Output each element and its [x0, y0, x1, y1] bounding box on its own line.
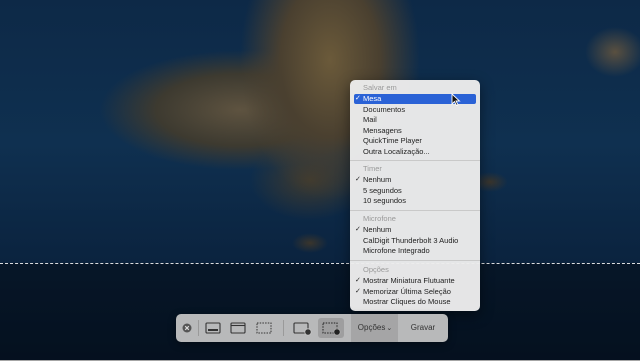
- record-selection-icon: [322, 322, 341, 336]
- checkmark-icon: ✓: [355, 277, 361, 284]
- menu-item-show-floating-thumbnail[interactable]: ✓ Mostrar Miniatura Flutuante: [354, 276, 476, 286]
- section-title-timer: Timer: [363, 164, 382, 173]
- options-menu: Salvar em ✓ Mesa Documentos Mail Mensage…: [350, 80, 480, 311]
- close-icon: [182, 323, 192, 333]
- menu-item-mensagens[interactable]: Mensagens: [354, 126, 476, 136]
- menu-item-mic-caldigit[interactable]: CalDigit Thunderbolt 3 Audio: [354, 236, 476, 246]
- menu-item-label: Nenhum: [363, 225, 392, 234]
- menu-item-label: Mostrar Miniatura Flutuante: [363, 276, 455, 285]
- checkmark-icon: ✓: [355, 287, 361, 295]
- checkmark-icon: ✓: [355, 176, 361, 183]
- menu-item-mail[interactable]: Mail: [354, 115, 476, 125]
- menu-item-timer-5s[interactable]: 5 segundos: [354, 186, 476, 196]
- menu-item-label: CalDigit Thunderbolt 3 Audio: [363, 235, 459, 245]
- screenshot-toolbar: Opções⌄ Gravar: [176, 314, 448, 342]
- checkmark-icon: ✓: [355, 95, 361, 102]
- menu-item-label: Outra Localização...: [363, 146, 430, 156]
- capture-entire-screen-button[interactable]: [202, 318, 224, 338]
- menu-item-documentos[interactable]: Documentos: [354, 105, 476, 115]
- capture-selection-button[interactable]: [253, 318, 275, 338]
- section-title-microphone: Microfone: [363, 214, 396, 223]
- menu-item-label: Mail: [363, 115, 377, 124]
- record-entire-screen-button[interactable]: [290, 318, 314, 338]
- record-selection-button[interactable]: [318, 318, 344, 338]
- toolbar-separator: [283, 320, 284, 336]
- menu-item-label: Documentos: [363, 104, 406, 114]
- options-button[interactable]: Opções⌄: [352, 314, 398, 342]
- menu-item-label: 5 segundos: [363, 185, 402, 195]
- menu-item-show-mouse-clicks[interactable]: Mostrar Cliques do Mouse: [354, 297, 476, 307]
- record-button[interactable]: Gravar: [402, 314, 444, 342]
- capture-selection-icon: [256, 322, 272, 334]
- menu-item-timer-none[interactable]: ✓ Nenhum: [354, 175, 476, 185]
- menu-item-timer-10s[interactable]: 10 segundos: [354, 196, 476, 206]
- menu-item-label: Mesa: [363, 94, 382, 103]
- toolbar-separator: [198, 320, 199, 336]
- menu-separator: [350, 210, 480, 211]
- selection-boundary[interactable]: [0, 263, 640, 361]
- menu-item-label: 10 segundos: [363, 196, 406, 205]
- chevron-down-icon: ⌄: [386, 325, 393, 332]
- menu-item-quicktime-player[interactable]: QuickTime Player: [354, 136, 476, 146]
- record-screen-icon: [293, 322, 312, 336]
- menu-item-label: Memorizar Última Seleção: [363, 286, 451, 296]
- capture-window-button[interactable]: [227, 318, 249, 338]
- capture-window-icon: [230, 322, 246, 334]
- record-button-label: Gravar: [410, 323, 436, 332]
- menu-item-label: Mensagens: [363, 125, 402, 135]
- close-button[interactable]: [180, 318, 194, 338]
- section-title-save-to: Salvar em: [363, 83, 397, 92]
- menu-item-label: Mostrar Cliques do Mouse: [363, 297, 451, 306]
- menu-item-label: Microfone Integrado: [363, 246, 430, 255]
- mouse-pointer-icon: [451, 93, 461, 106]
- menu-item-mic-none[interactable]: ✓ Nenhum: [354, 225, 476, 235]
- capture-screen-icon: [205, 322, 221, 334]
- options-button-label: Opções: [357, 323, 386, 332]
- menu-item-mic-builtin[interactable]: Microfone Integrado: [354, 246, 476, 256]
- menu-item-remember-last-selection[interactable]: ✓ Memorizar Última Seleção: [354, 287, 476, 297]
- checkmark-icon: ✓: [355, 226, 361, 233]
- menu-separator: [350, 160, 480, 161]
- menu-item-label: Nenhum: [363, 175, 392, 184]
- section-title-options: Opções: [363, 265, 389, 274]
- menu-separator: [350, 260, 480, 261]
- menu-item-label: QuickTime Player: [363, 136, 422, 145]
- menu-item-other-location[interactable]: Outra Localização...: [354, 147, 476, 157]
